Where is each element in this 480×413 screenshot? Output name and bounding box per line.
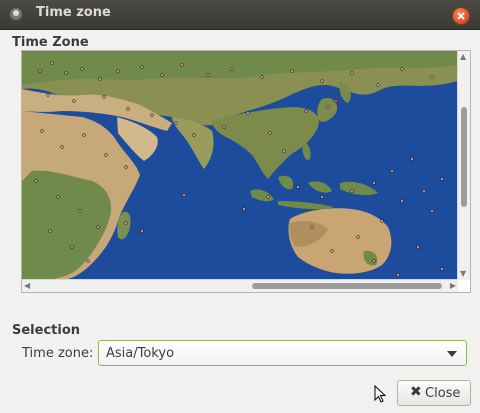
map-vertical-scrollbar[interactable]: ▲ ▼ (457, 51, 470, 280)
scroll-up-arrow-icon[interactable]: ▲ (460, 53, 466, 61)
close-button[interactable]: ✖ Close (397, 380, 471, 406)
close-x-icon: ✖ (410, 384, 422, 400)
scroll-left-arrow-icon[interactable]: ◀ (24, 282, 30, 290)
timezone-label: Time zone: (22, 346, 94, 361)
vertical-scroll-thumb[interactable] (461, 107, 467, 207)
world-map[interactable] (22, 51, 458, 280)
map-horizontal-scrollbar[interactable]: ◀ ▶ (22, 279, 458, 292)
map-section-title: Time Zone (12, 35, 89, 50)
close-button-label: Close (425, 386, 461, 401)
close-icon[interactable] (452, 7, 470, 25)
timezone-map-frame: ▲ ▼ ◀ ▶ (21, 50, 471, 293)
timezone-selected-value: Asia/Tokyo (106, 346, 175, 361)
selection-section-title: Selection (12, 323, 81, 338)
chevron-down-icon (447, 351, 457, 357)
app-icon (9, 7, 23, 21)
scroll-down-arrow-icon[interactable]: ▼ (460, 270, 466, 278)
horizontal-scroll-thumb[interactable] (252, 283, 442, 289)
window-title: Time zone (36, 5, 111, 20)
scroll-right-arrow-icon[interactable]: ▶ (450, 282, 456, 290)
mouse-pointer-icon (374, 384, 387, 407)
window-titlebar[interactable]: Time zone (0, 0, 480, 30)
timezone-dropdown[interactable]: Asia/Tokyo (98, 340, 467, 366)
